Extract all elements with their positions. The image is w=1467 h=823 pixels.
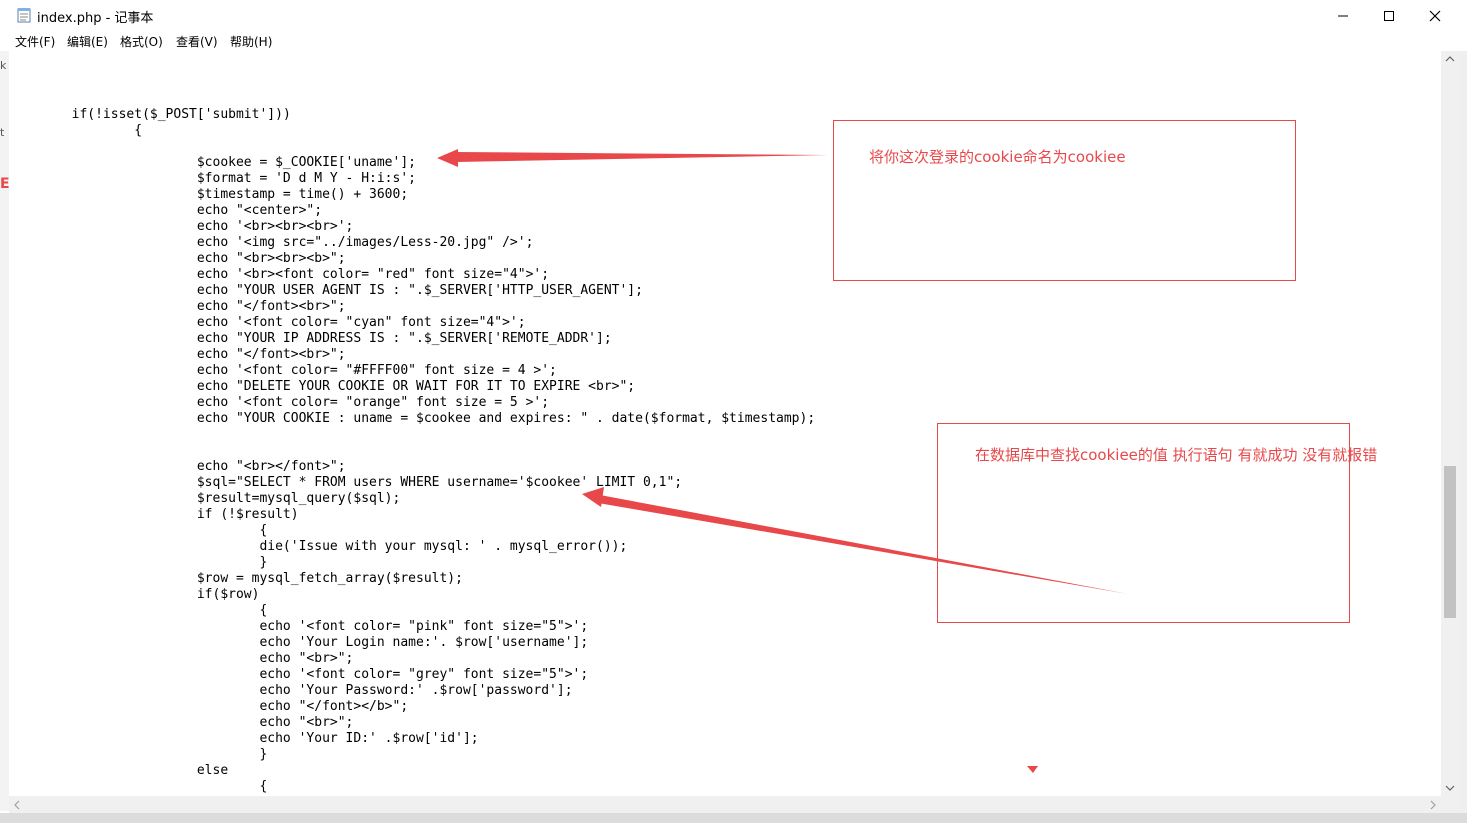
menu-edit[interactable]: 编辑(E) — [67, 33, 108, 50]
code-line: echo '<font color= "grey" font size="5">… — [9, 667, 589, 682]
code-line: echo "</font><br>"; — [9, 299, 346, 314]
code-line: $cookee = $_COOKIE['uname']; — [9, 155, 416, 170]
background-window-edge-right — [1459, 51, 1467, 823]
menu-format[interactable]: 格式(O) — [120, 33, 163, 50]
minimize-button[interactable] — [1320, 0, 1366, 31]
taskbar-edge — [0, 813, 1467, 823]
code-line: echo '<font color= "orange" font size = … — [9, 395, 550, 410]
background-text-fragment: k — [0, 59, 7, 72]
notepad-icon — [17, 8, 31, 23]
scroll-left-icon[interactable] — [13, 800, 21, 810]
scroll-down-icon[interactable] — [1445, 784, 1455, 792]
code-line: echo "<br></font>"; — [9, 459, 346, 474]
code-line: echo 'Your ID:' .$row['id']; — [9, 731, 479, 746]
code-line: echo 'Your Password:' .$row['password']; — [9, 683, 573, 698]
code-line: echo 'Your Login name:'. $row['username'… — [9, 635, 589, 650]
code-line: { — [9, 523, 268, 538]
menu-help[interactable]: 帮助(H) — [230, 33, 272, 50]
code-line: $row = mysql_fetch_array($result); — [9, 571, 463, 586]
close-icon — [1429, 10, 1441, 21]
scrollbar-corner — [1441, 796, 1459, 813]
code-line: if($row) — [9, 587, 260, 602]
code-line: $format = 'D d M Y - H:i:s'; — [9, 171, 416, 186]
scroll-right-icon[interactable] — [1429, 800, 1437, 810]
code-line: echo '<br><br><br>'; — [9, 219, 354, 234]
code-line: echo "YOUR IP ADDRESS IS : ".$_SERVER['R… — [9, 331, 612, 346]
scroll-up-icon[interactable] — [1445, 55, 1455, 63]
minimize-icon — [1338, 15, 1348, 16]
annotation-box-cookie — [833, 120, 1296, 281]
annotation-text-cookie: 将你这次登录的cookie命名为cookiee — [869, 148, 1126, 166]
code-line: { — [9, 779, 268, 794]
code-line: else — [9, 763, 229, 778]
code-line: echo "YOUR COOKIE : uname = $cookee and … — [9, 411, 816, 426]
code-line: { — [9, 123, 143, 138]
code-line: echo '<font color= "cyan" font size="4">… — [9, 315, 526, 330]
code-line: echo "</font><br>"; — [9, 347, 346, 362]
code-line: echo "<center>"; — [9, 203, 323, 218]
window-title: index.php - 记事本 — [37, 11, 154, 26]
maximize-icon — [1384, 10, 1394, 21]
code-line: } — [9, 555, 268, 570]
title-bar[interactable]: index.php - 记事本 — [0, 0, 1467, 31]
code-line: echo "<br><br><b>"; — [9, 251, 346, 266]
code-line: echo "DELETE YOUR COOKIE OR WAIT FOR IT … — [9, 379, 636, 394]
code-line: { — [9, 603, 268, 618]
code-line: die('Issue with your mysql: ' . mysql_er… — [9, 539, 628, 554]
code-line: echo '<font color= "#FFFF00" font size =… — [9, 363, 557, 378]
code-line: echo '<font color= "pink" font size="5">… — [9, 619, 589, 634]
code-line: echo '<br><font color= "red" font size="… — [9, 267, 550, 282]
close-button[interactable] — [1412, 0, 1458, 31]
menu-file[interactable]: 文件(F) — [15, 33, 55, 50]
code-line: if (!$result) — [9, 507, 299, 522]
menu-view[interactable]: 查看(V) — [176, 33, 218, 50]
code-line: echo "<br>"; — [9, 715, 354, 730]
vertical-scrollbar[interactable] — [1441, 51, 1459, 796]
code-line: echo "<br>"; — [9, 651, 354, 666]
maximize-button[interactable] — [1366, 0, 1412, 31]
horizontal-scrollbar[interactable] — [9, 796, 1441, 813]
code-line: if(!isset($_POST['submit'])) — [9, 107, 291, 122]
code-line: $sql="SELECT * FROM users WHERE username… — [9, 475, 683, 490]
code-line: echo "</font></b>"; — [9, 699, 409, 714]
annotation-text-database: 在数据库中查找cookiee的值 执行语句 有就成功 没有就报错 — [975, 446, 1378, 464]
code-line: } — [9, 747, 268, 762]
background-text-fragment: t — [0, 126, 5, 139]
code-line: $timestamp = time() + 3600; — [9, 187, 409, 202]
code-line: echo "YOUR USER AGENT IS : ".$_SERVER['H… — [9, 283, 643, 298]
vertical-scroll-thumb[interactable] — [1444, 466, 1456, 618]
code-line: $result=mysql_query($sql); — [9, 491, 401, 506]
code-line: echo '<img src="../images/Less-20.jpg" /… — [9, 235, 534, 250]
menu-bar: 文件(F) 编辑(E) 格式(O) 查看(V) 帮助(H) — [0, 31, 1467, 51]
